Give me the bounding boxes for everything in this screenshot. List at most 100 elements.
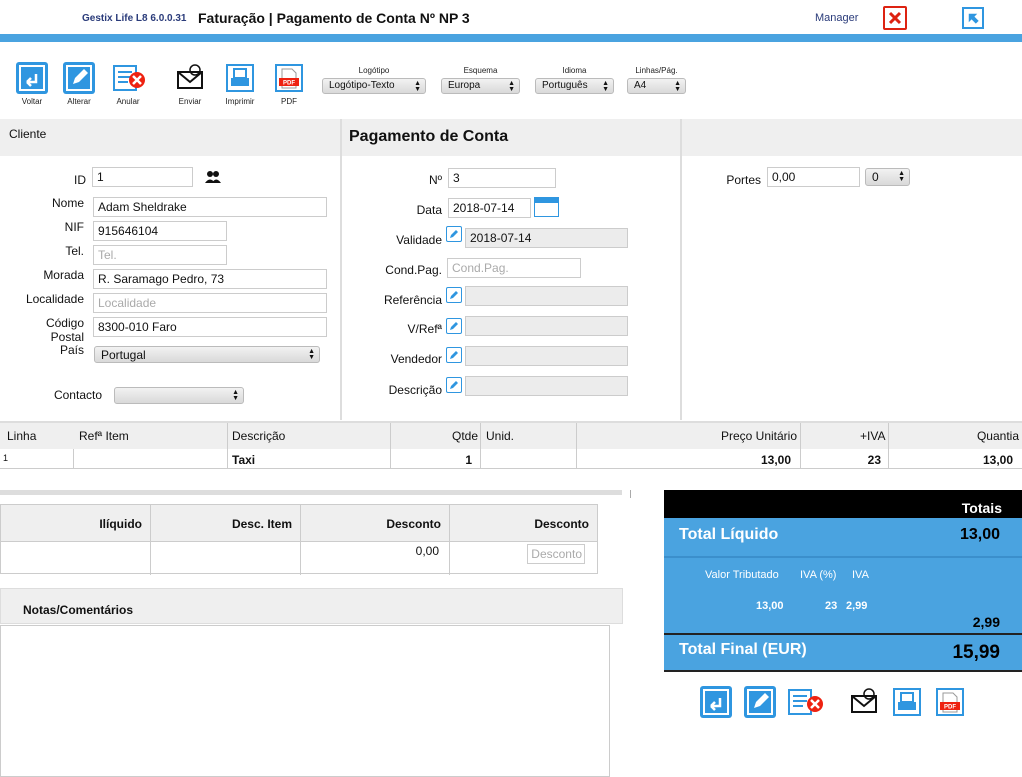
taxed-value: 13,00: [756, 600, 784, 612]
scheme-select-group: Esquema Europa ▲ ▼: [441, 66, 520, 94]
refresh-icon: [962, 7, 984, 29]
col-line: Linha: [7, 429, 37, 443]
send-label: Enviar: [178, 97, 202, 106]
postal-label-1: Código: [45, 316, 84, 330]
shipping-field[interactable]: 0,00: [767, 167, 860, 187]
net-header: Ilíquido: [1, 505, 151, 541]
pencil-icon: [747, 689, 773, 715]
calendar-icon[interactable]: [534, 197, 559, 217]
user-name[interactable]: Manager: [815, 12, 858, 24]
header-band: [0, 34, 1022, 42]
seller-edit-icon[interactable]: [446, 347, 462, 363]
table-row[interactable]: 1 Taxi 1 13,00 23 13,00: [0, 449, 1022, 469]
select-arrows-icon: ▲ ▼: [602, 80, 609, 93]
lines-select-group: Linhas/Pág. A4 ▲ ▼: [627, 66, 686, 94]
contact-select[interactable]: ▲ ▼: [114, 387, 244, 404]
logo-select[interactable]: Logótipo-Texto ▲ ▼: [322, 78, 426, 94]
payment-terms-label: Cond.Pag.: [385, 263, 442, 277]
validity-field[interactable]: 2018-07-14: [465, 228, 628, 248]
bottom-back-button[interactable]: [700, 686, 732, 718]
envelope-icon: [174, 62, 206, 94]
select-arrows-icon: ▲ ▼: [308, 348, 315, 361]
top-bar: Gestix Life L8 6.0.0.31 Faturação | Paga…: [0, 0, 1022, 34]
shipping-label: Portes: [726, 173, 761, 187]
net-total-value: 13,00: [959, 526, 1000, 543]
reference-field[interactable]: [465, 286, 628, 306]
totals-separator: [664, 556, 1022, 558]
row-price: 13,00: [760, 453, 791, 467]
shipping-vat-select[interactable]: 0 ▲ ▼: [865, 168, 910, 186]
select-arrows-icon: ▲ ▼: [898, 170, 905, 183]
send-button[interactable]: Enviar: [170, 62, 210, 106]
language-select-value: Português: [542, 80, 588, 91]
pencil-icon: [63, 62, 95, 94]
description-field[interactable]: [465, 376, 628, 396]
language-select[interactable]: Português ▲ ▼: [535, 78, 614, 94]
print-button[interactable]: Imprimir: [220, 62, 260, 106]
item-discount-value: [151, 541, 301, 575]
language-select-label: Idioma: [562, 66, 587, 75]
your-ref-edit-icon[interactable]: [446, 318, 462, 334]
totals-panel: Totais Total Líquido 13,00 Valor Tributa…: [664, 490, 1022, 672]
bottom-edit-button[interactable]: [744, 686, 776, 718]
validity-edit-icon[interactable]: [446, 226, 462, 242]
scheme-select-label: Esquema: [463, 66, 498, 75]
edit-button[interactable]: Alterar: [59, 62, 99, 106]
bottom-cancel-button[interactable]: [787, 686, 825, 718]
doc-number-field[interactable]: 3: [448, 168, 556, 188]
notes-textarea[interactable]: [0, 625, 610, 777]
country-select[interactable]: Portugal ▲ ▼: [94, 346, 320, 363]
row-vat: 23: [867, 453, 881, 467]
client-tel-field[interactable]: Tel.: [93, 245, 227, 265]
cancel-doc-icon: [788, 689, 823, 715]
lines-select[interactable]: A4 ▲ ▼: [627, 78, 686, 94]
client-search-icon[interactable]: [204, 170, 222, 187]
col-ref: Refª Item: [79, 429, 129, 443]
seller-field[interactable]: [465, 346, 628, 366]
client-id-field[interactable]: 1: [92, 167, 193, 187]
scheme-select[interactable]: Europa ▲ ▼: [441, 78, 520, 94]
your-ref-label: V/Refª: [407, 322, 442, 336]
reference-edit-icon[interactable]: [446, 287, 462, 303]
bottom-pdf-button[interactable]: PDF: [934, 686, 966, 718]
client-address-field[interactable]: R. Saramago Pedro, 73: [93, 269, 327, 289]
select-arrows-icon: ▲ ▼: [232, 389, 239, 402]
printer-icon: [893, 688, 921, 716]
description-edit-icon[interactable]: [446, 377, 462, 393]
client-locality-field[interactable]: Localidade: [93, 293, 327, 313]
vat-value: 2,99: [846, 600, 868, 612]
section-divider: [0, 490, 622, 495]
document-heading: Pagamento de Conta: [349, 128, 509, 145]
payment-terms-field[interactable]: Cond.Pag.: [447, 258, 581, 278]
svg-text:PDF: PDF: [283, 81, 295, 87]
pdf-icon: PDF: [273, 62, 305, 94]
final-total-label: Total Final (EUR): [679, 641, 807, 658]
vat-pct-value: 23: [825, 600, 838, 612]
address-label: Morada: [43, 268, 84, 282]
back-button[interactable]: Voltar: [12, 62, 52, 106]
description-label: Descrição: [388, 383, 442, 397]
discount-table: Ilíquido Desc. Item Desconto Desconto 0,…: [0, 504, 598, 575]
client-panel-header: Cliente: [0, 119, 340, 156]
shipping-vat-value: 0: [872, 170, 879, 184]
date-field[interactable]: 2018-07-14: [448, 198, 531, 218]
client-postal-field[interactable]: 8300-010 Faro: [93, 317, 327, 337]
item-discount-header: Desc. Item: [151, 505, 301, 541]
col-amount: Quantia: [976, 429, 1019, 443]
client-nif-field[interactable]: 915646104: [93, 221, 227, 241]
final-total-value: 15,99: [952, 642, 1000, 663]
refresh-button[interactable]: [960, 5, 986, 31]
close-button[interactable]: [883, 6, 907, 30]
edit-label: Alterar: [67, 97, 91, 106]
row-description: Taxi: [232, 453, 256, 467]
panel-divider: [678, 119, 682, 420]
pdf-button[interactable]: PDF PDF: [269, 62, 309, 106]
your-ref-field[interactable]: [465, 316, 628, 336]
bottom-send-button[interactable]: [848, 686, 880, 718]
discount-input[interactable]: Desconto: [527, 544, 585, 564]
client-name-field[interactable]: Adam Sheldrake: [93, 197, 327, 217]
bottom-print-button[interactable]: [891, 686, 923, 718]
cancel-button[interactable]: Anular: [108, 62, 148, 106]
section-divider-tick: [630, 490, 631, 498]
pdf-label: PDF: [281, 97, 297, 106]
